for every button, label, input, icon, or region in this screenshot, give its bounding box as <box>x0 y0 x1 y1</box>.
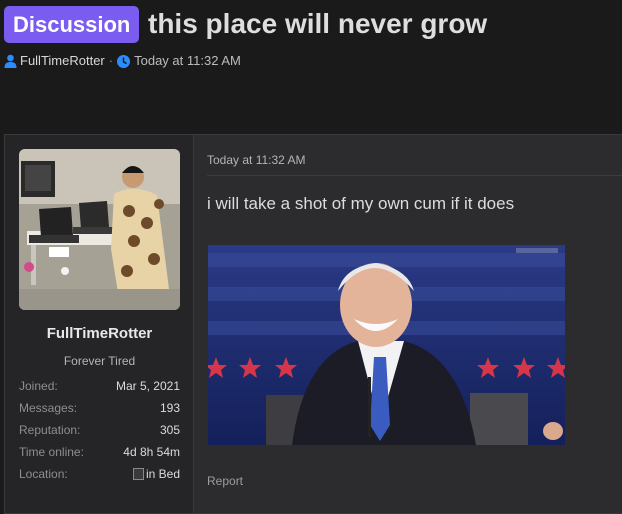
stat-row-reputation: Reputation: 305 <box>19 419 180 441</box>
stat-row-time-online: Time online: 4d 8h 54m <box>19 441 180 463</box>
post-username[interactable]: FullTimeRotter <box>5 325 194 342</box>
gif-image <box>208 245 565 445</box>
post-content: Today at 11:32 AM i will take a shot of … <box>194 135 622 513</box>
thread-prefix-badge[interactable]: Discussion <box>4 6 140 43</box>
post-message-text: i will take a shot of my own cum if it d… <box>207 194 515 213</box>
stat-label: Messages: <box>19 401 78 415</box>
broken-image-icon <box>132 468 144 480</box>
stat-label: Time online: <box>19 445 84 459</box>
stat-row-messages: Messages: 193 <box>19 397 180 419</box>
stat-value: 305 <box>159 423 180 437</box>
post-user-sidebar: FullTimeRotter Forever Tired Joined: Mar… <box>5 135 194 513</box>
thread-meta: FullTimeRotter · Today at 11:32 AM <box>4 52 241 70</box>
stat-row-location: Location: in Bed <box>19 463 180 485</box>
user-icon <box>4 54 17 68</box>
thread-header: Discussion this place will never grow Fu… <box>0 0 622 134</box>
thread-title: this place will never grow <box>148 8 488 39</box>
post-divider <box>207 175 622 176</box>
stat-row-joined: Joined: Mar 5, 2021 <box>19 375 180 397</box>
stat-value: Mar 5, 2021 <box>115 379 180 393</box>
location-alt-text: in Bed <box>145 467 180 481</box>
location-value[interactable]: in Bed <box>132 463 180 485</box>
report-link[interactable]: Report <box>207 474 243 488</box>
clock-icon <box>117 54 131 68</box>
meta-separator: · <box>108 53 114 68</box>
stat-value: 4d 8h 54m <box>123 445 180 459</box>
stat-label: Reputation: <box>19 423 81 437</box>
stat-label: Location: <box>19 467 68 481</box>
post: FullTimeRotter Forever Tired Joined: Mar… <box>4 134 622 514</box>
post-embedded-gif[interactable] <box>208 245 565 445</box>
user-title: Forever Tired <box>63 354 136 368</box>
avatar-image <box>19 149 180 310</box>
thread-author-link[interactable]: FullTimeRotter <box>20 52 105 70</box>
stat-value[interactable]: 193 <box>160 397 180 419</box>
stat-label: Joined: <box>19 379 58 393</box>
user-stats: Joined: Mar 5, 2021 Messages: 193 Reputa… <box>19 375 180 485</box>
user-avatar[interactable] <box>19 149 180 310</box>
thread-start-time[interactable]: Today at 11:32 AM <box>134 52 241 70</box>
post-timestamp[interactable]: Today at 11:32 AM <box>207 153 306 167</box>
